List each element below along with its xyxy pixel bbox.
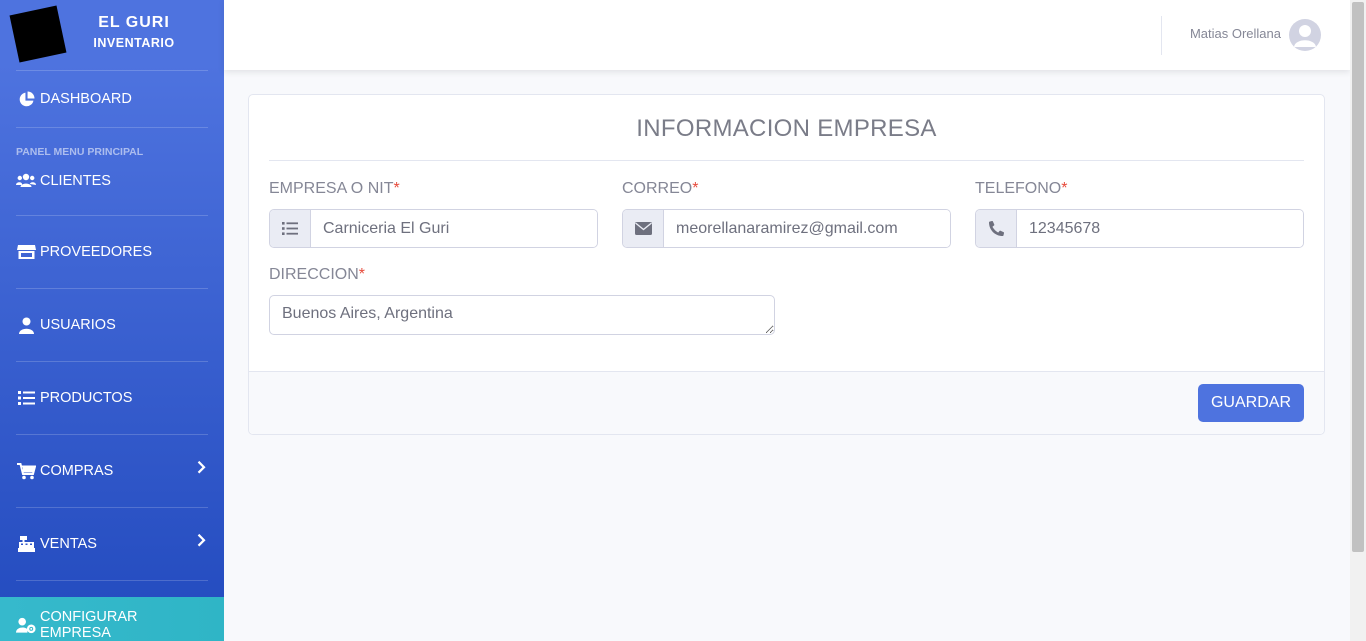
empresa-input-group (269, 209, 598, 248)
telefono-label-text: TELEFONO (975, 180, 1062, 197)
card-footer: GUARDAR (249, 371, 1324, 434)
empresa-label-text: EMPRESA O NIT (269, 180, 394, 197)
telefono-input-group (975, 209, 1304, 248)
list-icon (16, 388, 36, 408)
topbar-divider (1161, 16, 1162, 55)
direccion-textarea[interactable]: Buenos Aires, Argentina (269, 295, 775, 335)
correo-input-group (622, 209, 951, 248)
sidebar-item-ventas[interactable]: VENTAS (0, 508, 224, 580)
sidebar-item-label: USUARIOS (40, 317, 116, 333)
required-mark: * (393, 180, 400, 197)
brand-text: EL GURI INVENTARIO (84, 14, 184, 50)
sidebar: EL GURI INVENTARIO DASHBOARD PANEL MENU … (0, 0, 224, 641)
sidebar-divider (16, 580, 208, 581)
sidebar-item-usuarios[interactable]: USUARIOS (0, 289, 224, 361)
telefono-input[interactable] (1017, 210, 1303, 247)
direccion-label: DIRECCION* (269, 266, 365, 284)
brand[interactable]: EL GURI INVENTARIO (0, 0, 224, 70)
user-avatar-icon[interactable] (1289, 19, 1321, 51)
sidebar-item-label: COMPRAS (40, 463, 114, 479)
brand-title: EL GURI (98, 14, 170, 31)
user-gear-icon (16, 615, 36, 635)
user-icon (16, 315, 36, 335)
sidebar-heading: PANEL MENU PRINCIPAL (16, 146, 144, 158)
chevron-right-icon (197, 533, 206, 551)
brand-subtitle: INVENTARIO (93, 36, 175, 50)
phone-icon (976, 210, 1017, 247)
chevron-right-icon (197, 460, 206, 478)
user-name[interactable]: Matias Orellana (1190, 26, 1281, 41)
correo-input[interactable] (664, 210, 950, 247)
telefono-label: TELEFONO* (975, 180, 1067, 198)
sidebar-item-label: DASHBOARD (40, 91, 132, 107)
title-divider (269, 160, 1304, 161)
store-icon (16, 242, 36, 262)
sidebar-item-compras[interactable]: COMPRAS (0, 435, 224, 507)
sidebar-item-dashboard[interactable]: DASHBOARD (0, 71, 224, 127)
pie-chart-icon (16, 89, 36, 109)
sidebar-item-clientes[interactable]: CLIENTES (0, 160, 224, 202)
page-title: INFORMACION EMPRESA (636, 115, 937, 142)
empresa-input[interactable] (311, 210, 597, 247)
list-icon (270, 210, 311, 247)
sidebar-item-configurar-empresa[interactable]: CONFIGURAR EMPRESA (0, 597, 224, 641)
required-mark: * (358, 266, 366, 283)
sidebar-item-label: CLIENTES (40, 173, 111, 189)
sidebar-item-proveedores[interactable]: PROVEEDORES (0, 216, 224, 288)
cart-icon (16, 461, 36, 481)
cash-register-icon (16, 534, 36, 554)
required-mark: * (692, 180, 699, 197)
topbar: Matias Orellana (224, 0, 1350, 70)
correo-label-text: CORREO (622, 180, 693, 197)
save-button[interactable]: GUARDAR (1198, 384, 1304, 422)
direccion-label-text: DIRECCION (269, 266, 359, 283)
envelope-icon (623, 210, 664, 247)
sidebar-item-label: CONFIGURAR EMPRESA (40, 609, 138, 641)
required-mark: * (1061, 180, 1068, 197)
brand-logo (9, 5, 67, 63)
scrollbar-thumb[interactable] (1352, 2, 1364, 552)
users-icon (16, 171, 36, 191)
company-info-card: INFORMACION EMPRESA EMPRESA O NIT* CORRE… (248, 94, 1325, 435)
sidebar-item-productos[interactable]: PRODUCTOS (0, 362, 224, 434)
sidebar-item-label: PROVEEDORES (40, 244, 152, 260)
page-scrollbar[interactable] (1350, 0, 1366, 641)
empresa-label: EMPRESA O NIT* (269, 180, 400, 198)
sidebar-item-label: PRODUCTOS (40, 390, 133, 406)
sidebar-item-label: VENTAS (40, 536, 97, 552)
correo-label: CORREO* (622, 180, 698, 198)
